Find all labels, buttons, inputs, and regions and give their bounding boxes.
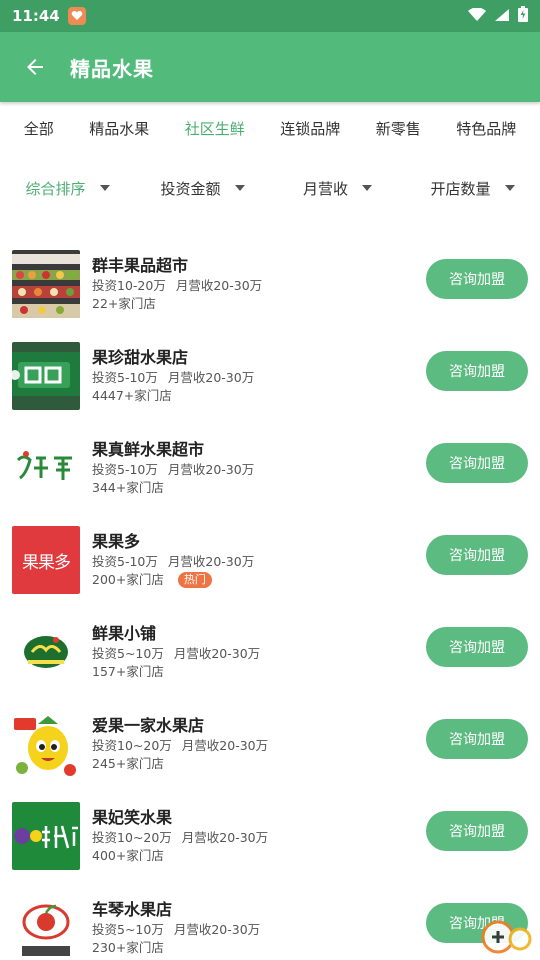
invest-range: 投资10~20万 (92, 737, 172, 753)
consult-join-button[interactable]: 咨询加盟 (426, 259, 528, 299)
hot-badge: 热门 (177, 571, 212, 588)
tab-new-retail[interactable]: 新零售 (372, 112, 425, 145)
back-button[interactable] (0, 32, 70, 102)
invest-range: 投资5~10万 (92, 921, 164, 937)
store-count: 22+家门店 (92, 295, 156, 311)
consult-join-button[interactable]: 咨询加盟 (426, 535, 528, 575)
filter-bar: 综合排序 投资金额 月营收 开店数量 (0, 168, 540, 208)
consult-join-button[interactable]: 咨询加盟 (426, 811, 528, 851)
list-item[interactable]: 群丰果品超市 投资10-20万 月营收20-30万 22+家门店 咨询加盟 (0, 238, 540, 330)
wifi-icon (468, 6, 486, 26)
consult-join-button[interactable]: 咨询加盟 (426, 351, 528, 391)
tab-community-fresh[interactable]: 社区生鲜 (181, 112, 249, 145)
list-item[interactable]: 爱果一家水果店 投资10~20万 月营收20-30万 245+家门店 咨询加盟 (0, 698, 540, 790)
filter-investment[interactable]: 投资金额 (135, 178, 270, 199)
filter-revenue-label: 月营收 (302, 179, 348, 198)
caret-down-icon (99, 185, 110, 191)
store-count: 157+家门店 (92, 663, 164, 679)
store-count: 230+家门店 (92, 939, 164, 955)
revenue-range: 月营收20-30万 (173, 921, 261, 937)
invest-range: 投资5-10万 (92, 369, 158, 385)
filter-store-count-label: 开店数量 (430, 179, 491, 198)
tab-chain-brands[interactable]: 连锁品牌 (276, 112, 344, 145)
caret-down-icon (504, 185, 515, 191)
consult-join-button[interactable]: 咨询加盟 (426, 627, 528, 667)
store-logo (12, 802, 80, 870)
filter-revenue[interactable]: 月营收 (270, 178, 405, 199)
revenue-range: 月营收20-30万 (167, 369, 255, 385)
list-item[interactable]: 鲜果小铺 投资5~10万 月营收20-30万 157+家门店 咨询加盟 (0, 606, 540, 698)
store-logo (12, 342, 80, 410)
invest-range: 投资5-10万 (92, 553, 158, 569)
logo-text: 果果多 (22, 552, 71, 573)
invest-range: 投资10~20万 (92, 829, 172, 845)
list-item[interactable]: 果妃笑水果 投资10~20万 月营收20-30万 400+家门店 咨询加盟 (0, 790, 540, 882)
battery-icon (518, 6, 528, 26)
list-item[interactable]: 果真鲜水果超市 投资5-10万 月营收20-30万 344+家门店 咨询加盟 (0, 422, 540, 514)
filter-store-count[interactable]: 开店数量 (405, 178, 540, 199)
store-count: 400+家门店 (92, 847, 164, 863)
invest-range: 投资5-10万 (92, 461, 158, 477)
signal-icon (494, 7, 510, 26)
consult-join-button[interactable]: 咨询加盟 (426, 719, 528, 759)
revenue-range: 月营收20-30万 (175, 277, 263, 293)
store-logo (12, 618, 80, 686)
invest-range: 投资10-20万 (92, 277, 166, 293)
revenue-range: 月营收20-30万 (167, 461, 255, 477)
filter-investment-label: 投资金额 (160, 179, 221, 198)
store-logo (12, 250, 80, 318)
store-count: 245+家门店 (92, 755, 164, 771)
caret-down-icon (234, 185, 245, 191)
category-tabs: 全部 精品水果 社区生鲜 连锁品牌 新零售 特色品牌 (0, 106, 540, 150)
filter-sort-label: 综合排序 (25, 179, 86, 198)
tab-all[interactable]: 全部 (20, 112, 58, 145)
list-item[interactable]: 车琴水果店 投资5~10万 月营收20-30万 230+家门店 咨询加盟 (0, 882, 540, 960)
revenue-range: 月营收20-30万 (173, 645, 261, 661)
invest-range: 投资5~10万 (92, 645, 164, 661)
app-notification-icon (67, 7, 86, 25)
revenue-range: 月营收20-30万 (167, 553, 255, 569)
store-logo (12, 894, 80, 960)
consult-join-button[interactable]: 咨询加盟 (426, 443, 528, 483)
store-logo: 果果多 (12, 526, 80, 594)
page-title: 精品水果 (70, 56, 154, 81)
revenue-range: 月营收20-30万 (181, 829, 269, 845)
list-item[interactable]: 果果多 果果多 投资5-10万 月营收20-30万 200+家门店 热门 咨询加盟 (0, 514, 540, 606)
store-count: 4447+家门店 (92, 387, 172, 403)
revenue-range: 月营收20-30万 (181, 737, 269, 753)
store-logo (12, 434, 80, 502)
tab-premium-fruit[interactable]: 精品水果 (85, 112, 153, 145)
caret-down-icon (362, 185, 372, 191)
list-item[interactable]: 果珍甜水果店 投资5-10万 月营收20-30万 4447+家门店 咨询加盟 (0, 330, 540, 422)
arrow-left-icon (27, 59, 43, 75)
store-logo (12, 710, 80, 778)
app-bar: 精品水果 (0, 32, 540, 102)
watermark-logo (480, 918, 536, 956)
status-time: 11:44 (12, 7, 60, 25)
status-bar: 11:44 (0, 0, 540, 32)
filter-sort[interactable]: 综合排序 (0, 178, 135, 199)
tab-special-brands[interactable]: 特色品牌 (452, 112, 520, 145)
store-count: 200+家门店 (92, 571, 164, 587)
store-count: 344+家门店 (92, 479, 164, 495)
franchise-list: 群丰果品超市 投资10-20万 月营收20-30万 22+家门店 咨询加盟 果珍甜… (0, 238, 540, 960)
